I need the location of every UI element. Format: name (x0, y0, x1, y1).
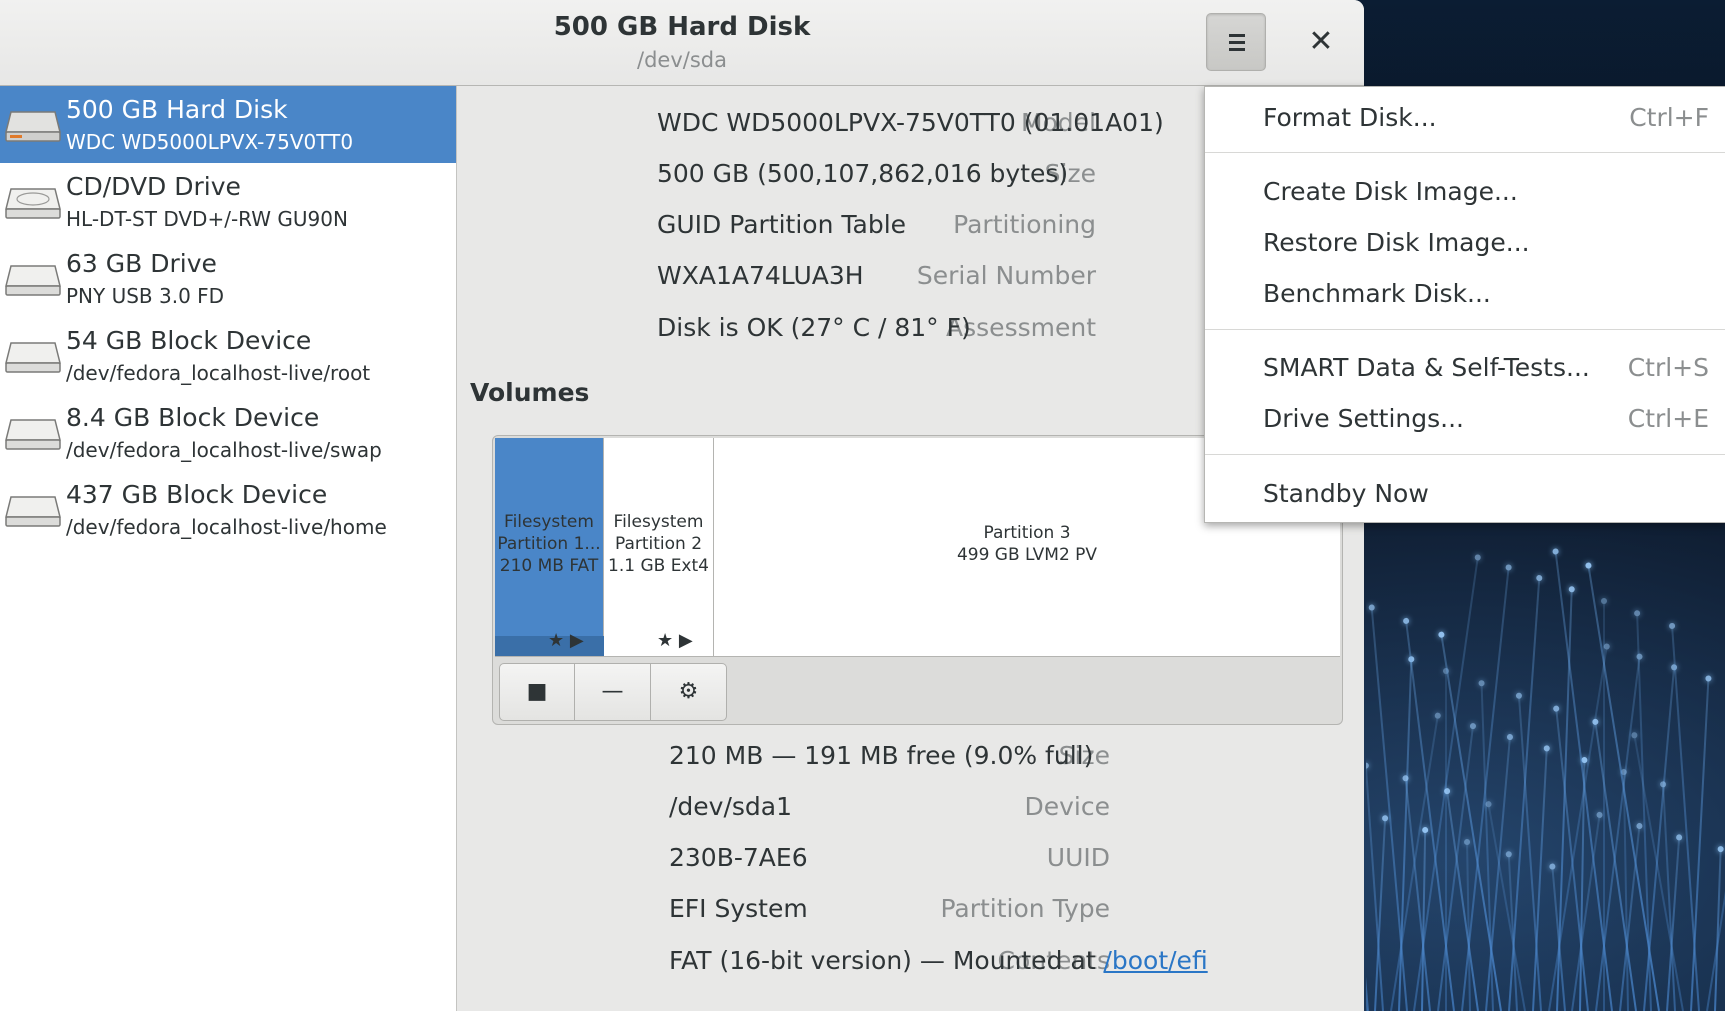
fiber-strand (1670, 625, 1700, 1011)
partition-settings-button[interactable]: ⚙ (651, 663, 727, 721)
fiber-strand (1531, 748, 1548, 1011)
partition-type-value: EFI System (669, 894, 808, 923)
volume-name: Partition 2 (614, 534, 703, 554)
model-value: WDC WD5000LPVX-75V0TT0 (01.01A01) (657, 108, 1164, 137)
mounted-star-play-icon: ★ ▶ (657, 630, 693, 651)
menu-item-accelerator: Ctrl+S (1627, 353, 1709, 382)
volume-size: 210 MB FAT (499, 556, 599, 576)
volume-name: Partition 1... (497, 534, 601, 554)
minus-icon: — (601, 679, 624, 704)
fiber-strand (1689, 678, 1710, 1011)
menu-item-label: Benchmark Disk... (1263, 279, 1491, 308)
drive-list: 500 GB Hard Disk WDC WD5000LPVX-75V0TT0 … (0, 86, 457, 1011)
drive-description: HL-DT-ST DVD+/-RW GU90N (66, 207, 348, 231)
volume-type: Filesystem (504, 512, 594, 532)
assessment-value: Disk is OK (27° C / 81° F) (657, 313, 971, 342)
device-value: /dev/sda1 (669, 792, 793, 821)
window-subtitle: /dev/sda (637, 48, 727, 72)
device-label: Device (1024, 792, 1111, 821)
menu-item-label: Restore Disk Image... (1263, 228, 1530, 257)
mounted-star-play-icon: ★ ▶ (548, 630, 584, 651)
menu-item-benchmark-disk[interactable]: Benchmark Disk... (1205, 271, 1725, 321)
drive-name: 500 GB Hard Disk (66, 95, 288, 124)
drive-description: PNY USB 3.0 FD (66, 284, 225, 308)
menu-item-label: Format Disk... (1263, 103, 1437, 132)
drive-name: 63 GB Drive (66, 249, 217, 278)
drive-name: 54 GB Block Device (66, 326, 312, 355)
size-value: 500 GB (500,107,862,016 bytes) (657, 159, 1069, 188)
volume-toolbar: ■ — ⚙ (499, 663, 727, 721)
block-device-icon (5, 419, 61, 450)
partition-size-value: 210 MB — 191 MB free (9.0% full) (669, 741, 1094, 770)
gears-icon: ⚙ (678, 679, 699, 704)
menu-item-label: SMART Data & Self-Tests... (1263, 353, 1590, 382)
menu-separator (1205, 329, 1725, 330)
drive-name: 8.4 GB Block Device (66, 403, 320, 432)
close-icon: ✕ (1308, 24, 1334, 59)
menu-item-label: Drive Settings... (1263, 404, 1464, 433)
drive-item-437gb-block-device[interactable]: 437 GB Block Device /dev/fedora_localhos… (0, 471, 456, 548)
fiber-strand (1595, 656, 1641, 1011)
drive-item-54gb-block-device[interactable]: 54 GB Block Device /dev/fedora_localhost… (0, 317, 456, 394)
disks-window: 500 GB Hard Disk /dev/sda ✕ 500 GB Hard … (0, 0, 1364, 1011)
drive-description: WDC WD5000LPVX-75V0TT0 (66, 130, 354, 154)
menu-item-drive-settings[interactable]: Drive Settings... Ctrl+E (1205, 396, 1725, 446)
menu-item-accelerator: Ctrl+E (1627, 404, 1709, 433)
partitioning-value: GUID Partition Table (657, 210, 907, 239)
menu-item-accelerator: Ctrl+F (1629, 103, 1709, 132)
block-device-icon (5, 342, 61, 373)
volume-type: Filesystem (613, 512, 704, 532)
window-title: 500 GB Hard Disk (553, 12, 811, 42)
contents-text: FAT (16-bit version) — Mounted at (669, 946, 1104, 975)
drive-description: /dev/fedora_localhost-live/root (66, 361, 371, 385)
optical-drive-icon (5, 188, 61, 219)
menu-item-create-disk-image[interactable]: Create Disk Image... (1205, 169, 1725, 219)
partitioning-label: Partitioning (953, 210, 1096, 239)
volume-name: Partition 3 (983, 523, 1071, 543)
serial-number-label: Serial Number (916, 261, 1096, 290)
drive-item-500gb-hard-disk[interactable]: 500 GB Hard Disk WDC WD5000LPVX-75V0TT0 (0, 86, 456, 163)
menu-item-format-disk[interactable]: Format Disk... Ctrl+F (1205, 95, 1725, 145)
menu-item-label: Standby Now (1263, 479, 1429, 508)
partition-type-label: Partition Type (940, 894, 1110, 923)
drive-menu-popover: Format Disk... Ctrl+F Create Disk Image.… (1204, 86, 1725, 523)
drive-menu-button[interactable] (1206, 13, 1266, 71)
drive-description: /dev/fedora_localhost-live/swap (66, 438, 382, 462)
usb-drive-icon (5, 265, 61, 296)
serial-number-value: WXA1A74LUA3H (657, 261, 864, 290)
drive-name: CD/DVD Drive (66, 172, 241, 201)
fiber-strand (1370, 607, 1408, 1011)
drive-item-63gb-drive[interactable]: 63 GB Drive PNY USB 3.0 FD (0, 240, 456, 317)
menu-separator (1205, 454, 1725, 455)
volume-size: 1.1 GB Ext4 (608, 556, 709, 576)
contents-value: FAT (16-bit version) — Mounted at /boot/… (669, 946, 1208, 975)
menu-separator (1205, 152, 1725, 153)
menu-item-smart-data[interactable]: SMART Data & Self-Tests... Ctrl+S (1205, 345, 1725, 395)
drive-description: /dev/fedora_localhost-live/home (66, 515, 387, 539)
fiber-optic-wallpaper (1366, 520, 1725, 1011)
fiber-strand (1517, 695, 1542, 1011)
block-device-icon (5, 496, 61, 527)
menu-item-label: Create Disk Image... (1263, 177, 1518, 206)
menu-item-restore-disk-image[interactable]: Restore Disk Image... (1205, 220, 1725, 270)
hard-disk-icon (5, 111, 61, 142)
header-bar: 500 GB Hard Disk /dev/sda ✕ (0, 0, 1364, 86)
delete-partition-button[interactable]: — (575, 663, 651, 721)
fiber-strand (1587, 565, 1661, 1011)
drive-item-cd-dvd-drive[interactable]: CD/DVD Drive HL-DT-ST DVD+/-RW GU90N (0, 163, 456, 240)
unmount-button[interactable]: ■ (499, 663, 575, 721)
close-button[interactable]: ✕ (1292, 13, 1350, 71)
volume-segment-partition-1[interactable]: Filesystem Partition 1... 210 MB FAT ★ ▶ (495, 438, 604, 656)
mount-point-link[interactable]: /boot/efi (1103, 946, 1207, 975)
drive-name: 437 GB Block Device (66, 480, 328, 509)
drive-item-8gb-block-device[interactable]: 8.4 GB Block Device /dev/fedora_localhos… (0, 394, 456, 471)
volume-size: 499 GB LVM2 PV (956, 545, 1098, 565)
uuid-value: 230B-7AE6 (669, 843, 808, 872)
stop-icon: ■ (526, 679, 548, 704)
fiber-strand (1366, 796, 1369, 1011)
uuid-label: UUID (1046, 843, 1110, 872)
volume-segment-partition-2[interactable]: Filesystem Partition 2 1.1 GB Ext4 ★ ▶ (604, 438, 714, 656)
menu-item-standby-now[interactable]: Standby Now (1205, 471, 1725, 521)
volumes-heading: Volumes (470, 378, 590, 407)
